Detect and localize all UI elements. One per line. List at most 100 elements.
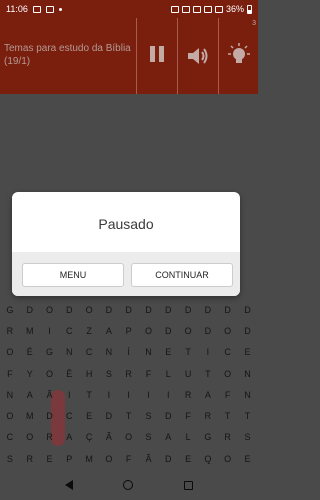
grid-cell[interactable]: I [99, 390, 119, 400]
grid-cell[interactable]: I [59, 390, 79, 400]
grid-cell[interactable]: O [79, 305, 99, 315]
grid-cell[interactable]: E [178, 454, 198, 464]
grid-cell[interactable]: N [59, 347, 79, 357]
grid-cell[interactable]: T [238, 411, 258, 421]
grid-cell[interactable]: D [99, 411, 119, 421]
grid-cell[interactable]: N [238, 369, 258, 379]
grid-cell[interactable]: Y [20, 369, 40, 379]
grid-cell[interactable]: C [0, 432, 20, 442]
grid-cell[interactable]: Ê [59, 369, 79, 379]
grid-cell[interactable]: O [99, 454, 119, 464]
grid-cell[interactable]: D [158, 326, 178, 336]
grid-cell[interactable]: G [40, 347, 60, 357]
grid-cell[interactable]: Z [79, 326, 99, 336]
grid-cell[interactable]: G [0, 305, 20, 315]
grid-cell[interactable]: O [40, 369, 60, 379]
recents-icon[interactable] [183, 480, 193, 490]
grid-cell[interactable]: Í [119, 347, 139, 357]
grid-cell[interactable]: I [198, 347, 218, 357]
grid-cell[interactable]: A [198, 390, 218, 400]
grid-cell[interactable]: D [238, 326, 258, 336]
grid-cell[interactable]: F [0, 369, 20, 379]
grid-cell[interactable]: D [178, 305, 198, 315]
grid-cell[interactable]: S [139, 411, 159, 421]
grid-cell[interactable]: O [218, 369, 238, 379]
grid-cell[interactable]: R [178, 390, 198, 400]
grid-cell[interactable]: Ç [79, 432, 99, 442]
grid-cell[interactable]: N [139, 347, 159, 357]
grid-cell[interactable]: D [119, 305, 139, 315]
grid-cell[interactable]: C [218, 347, 238, 357]
grid-cell[interactable]: É [20, 347, 40, 357]
grid-cell[interactable]: R [218, 432, 238, 442]
grid-cell[interactable]: M [20, 411, 40, 421]
grid-cell[interactable]: D [198, 305, 218, 315]
grid-cell[interactable]: D [238, 305, 258, 315]
grid-cell[interactable]: Q [198, 454, 218, 464]
grid-cell[interactable]: D [20, 305, 40, 315]
continue-button[interactable]: CONTINUAR [131, 263, 233, 287]
grid-cell[interactable]: M [79, 454, 99, 464]
home-icon[interactable] [123, 480, 134, 490]
grid-cell[interactable]: R [198, 411, 218, 421]
grid-cell[interactable]: D [218, 305, 238, 315]
grid-cell[interactable]: C [79, 347, 99, 357]
grid-cell[interactable]: A [99, 326, 119, 336]
grid-cell[interactable]: O [178, 326, 198, 336]
hint-button[interactable] [219, 18, 259, 94]
grid-cell[interactable]: D [198, 326, 218, 336]
grid-cell[interactable]: Ã [139, 454, 159, 464]
grid-cell[interactable]: N [0, 390, 20, 400]
pause-button[interactable] [137, 18, 177, 94]
grid-cell[interactable]: C [59, 326, 79, 336]
sound-button[interactable] [178, 18, 218, 94]
grid-cell[interactable]: O [119, 432, 139, 442]
grid-cell[interactable]: F [119, 454, 139, 464]
grid-cell[interactable]: A [158, 432, 178, 442]
grid-cell[interactable]: E [40, 454, 60, 464]
grid-cell[interactable]: D [40, 411, 60, 421]
grid-cell[interactable]: D [158, 454, 178, 464]
grid-cell[interactable]: N [99, 347, 119, 357]
grid-cell[interactable]: D [158, 305, 178, 315]
grid-cell[interactable]: D [158, 411, 178, 421]
grid-cell[interactable]: R [119, 369, 139, 379]
grid-cell[interactable]: F [139, 369, 159, 379]
grid-cell[interactable]: T [198, 369, 218, 379]
grid-cell[interactable]: C [59, 411, 79, 421]
grid-cell[interactable]: T [79, 390, 99, 400]
grid-cell[interactable]: A [20, 390, 40, 400]
grid-cell[interactable]: S [0, 454, 20, 464]
grid-cell[interactable]: R [40, 432, 60, 442]
grid-cell[interactable]: S [238, 432, 258, 442]
grid-cell[interactable]: I [139, 390, 159, 400]
grid-cell[interactable]: L [158, 369, 178, 379]
grid-cell[interactable]: I [158, 390, 178, 400]
grid-cell[interactable]: D [99, 305, 119, 315]
grid-cell[interactable]: F [178, 411, 198, 421]
grid-cell[interactable]: E [158, 347, 178, 357]
grid-cell[interactable]: T [178, 347, 198, 357]
grid-cell[interactable]: D [139, 305, 159, 315]
grid-cell[interactable]: O [139, 326, 159, 336]
grid-cell[interactable]: D [59, 305, 79, 315]
grid-cell[interactable]: P [119, 326, 139, 336]
grid-cell[interactable]: E [238, 347, 258, 357]
back-icon[interactable] [65, 480, 74, 490]
grid-cell[interactable]: I [40, 326, 60, 336]
grid-cell[interactable]: Ã [99, 432, 119, 442]
grid-cell[interactable]: Ã [40, 390, 60, 400]
grid-cell[interactable]: I [119, 390, 139, 400]
grid-cell[interactable]: F [218, 390, 238, 400]
grid-cell[interactable]: N [238, 390, 258, 400]
grid-cell[interactable]: M [20, 326, 40, 336]
grid-cell[interactable]: O [0, 411, 20, 421]
grid-cell[interactable]: A [59, 432, 79, 442]
grid-cell[interactable]: O [218, 454, 238, 464]
grid-cell[interactable]: S [139, 432, 159, 442]
grid-cell[interactable]: S [99, 369, 119, 379]
grid-cell[interactable]: P [59, 454, 79, 464]
grid-cell[interactable]: R [0, 326, 20, 336]
grid-cell[interactable]: O [0, 347, 20, 357]
grid-cell[interactable]: H [79, 369, 99, 379]
